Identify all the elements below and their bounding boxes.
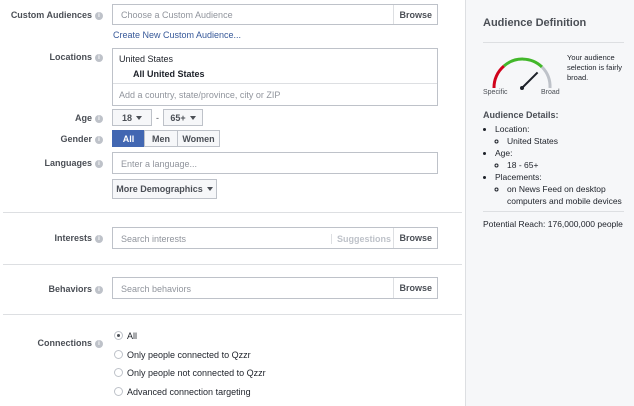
detail-item: Placements: on News Feed on desktop comp… [495,171,633,207]
gender-all-button[interactable]: All [112,130,145,147]
age-min-value: 18 [121,112,132,123]
more-demographics-button[interactable]: More Demographics [112,179,217,199]
location-search-input[interactable]: Add a country, state/province, city or Z… [119,90,280,100]
custom-audience-placeholder: Choose a Custom Audience [121,10,233,20]
audience-details-list: Location: United States Age: 18 - 65+ Pl… [483,123,633,207]
info-icon[interactable]: i [95,11,103,20]
gauge-arc-gray [540,65,552,89]
gender-men-button[interactable]: Men [144,130,178,147]
chevron-down-icon [189,115,196,120]
gender-label: Gender i [60,134,103,144]
language-input[interactable]: Enter a language... [112,152,438,174]
detail-label: Age: [495,148,513,158]
interests-suggestions-button[interactable]: Suggestions [330,234,391,244]
locations-label: Locations i [49,52,103,62]
gauge-broad-label: Broad [541,89,560,96]
connections-radio-connected[interactable] [114,350,123,359]
interests-browse-button[interactable]: Browse [393,228,437,248]
gauge-arc-green [503,57,544,69]
create-custom-audience-link[interactable]: Create New Custom Audience... [113,30,241,40]
gauge-note: Your audience selection is fairly broad. [567,53,623,82]
info-icon[interactable]: i [95,114,103,123]
gender-women-button[interactable]: Women [177,130,220,147]
potential-reach: Potential Reach: 176,000,000 people [483,219,623,229]
gauge-specific-label: Specific [483,89,508,96]
detail-item: Location: United States [495,123,633,147]
interests-input[interactable]: Search interests Suggestions Browse [112,227,438,249]
info-icon[interactable]: i [95,339,103,348]
gauge-hub [520,86,524,90]
age-max-value: 65+ [170,112,186,123]
custom-audiences-label: Custom Audiences i [11,10,103,20]
location-divider [113,83,437,84]
age-max-select[interactable]: 65+ [163,109,203,126]
connections-radio-all[interactable] [114,331,123,340]
locations-box: United States All United States Add a co… [112,48,438,106]
age-label: Age i [75,113,103,123]
behaviors-browse-button[interactable]: Browse [393,278,437,298]
more-demographics-label: More Demographics [116,184,203,194]
detail-sub: 18 - 65+ [507,159,633,171]
age-dash: - [156,113,159,123]
section-divider [3,212,462,213]
detail-sub: United States [507,135,633,147]
custom-audience-browse-button[interactable]: Browse [393,5,437,24]
detail-item: Age: 18 - 65+ [495,147,633,171]
gauge-arc-red [492,64,506,89]
detail-label: Location: [495,124,530,134]
connections-radio-not-connected[interactable] [114,368,123,377]
interests-label: Interests i [54,233,103,243]
info-icon[interactable]: i [95,285,103,294]
location-selected[interactable]: All United States [133,69,205,79]
audience-definition-panel: Audience Definition Specific Broad Your … [465,0,634,406]
connections-option-label: Only people not connected to Qzzr [127,368,266,378]
connections-radio-advanced[interactable] [114,387,123,396]
age-min-select[interactable]: 18 [112,109,152,126]
custom-audience-input[interactable]: Choose a Custom Audience Browse [112,4,438,25]
section-divider [3,314,462,315]
info-icon[interactable]: i [95,135,103,144]
detail-label: Placements: [495,172,542,182]
behaviors-placeholder: Search behaviors [121,284,192,294]
info-icon[interactable]: i [95,234,103,243]
behaviors-input[interactable]: Search behaviors Browse [112,277,438,299]
connections-option-label: Advanced connection targeting [127,387,251,397]
chevron-down-icon [136,115,142,120]
connections-option-label: Only people connected to Qzzr [127,350,251,360]
languages-label: Languages i [44,158,103,168]
behaviors-label: Behaviors i [48,284,103,294]
detail-sub: on News Feed on desktop computers and mo… [507,183,633,207]
chevron-down-icon [206,187,213,191]
section-divider [3,264,462,265]
audience-details-title: Audience Details: [483,110,559,120]
audience-definition-title: Audience Definition [483,17,587,29]
gauge-needle [521,71,539,89]
info-icon[interactable]: i [95,53,103,62]
info-icon[interactable]: i [95,159,103,168]
interests-placeholder: Search interests [121,234,187,244]
location-country: United States [119,54,174,64]
connections-option-label: All [127,331,138,341]
connections-label: Connections i [37,338,103,348]
language-placeholder: Enter a language... [121,159,198,169]
panel-divider [483,42,624,43]
targeting-panel: Custom Audiences i Choose a Custom Audien… [0,0,465,406]
panel-divider [483,211,624,212]
